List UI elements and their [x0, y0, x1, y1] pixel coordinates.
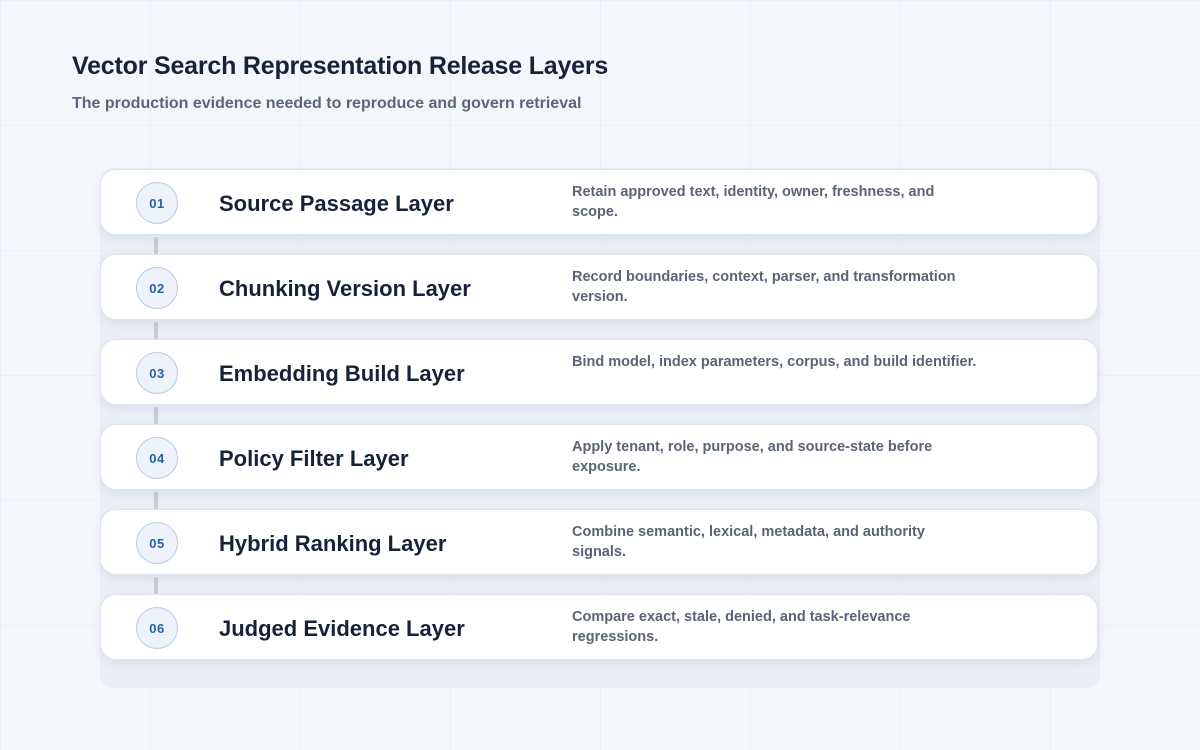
step-number-badge: 04: [136, 437, 178, 479]
layer-description: Record boundaries, context, parser, and …: [572, 269, 956, 305]
layer-name: Policy Filter Layer: [219, 446, 409, 471]
layer-row-policy-filter: 04 Policy Filter Layer Apply tenant, rol…: [100, 424, 1098, 490]
layer-description: Compare exact, stale, denied, and task-r…: [572, 609, 911, 645]
layer-name: Chunking Version Layer: [219, 276, 471, 301]
connector-05-06: [154, 577, 158, 594]
step-number-badge: 03: [136, 352, 178, 394]
step-number-badge: 02: [136, 267, 178, 309]
connector-03-04: [154, 407, 158, 424]
layer-name: Source Passage Layer: [219, 191, 454, 216]
step-number-badge: 05: [136, 522, 178, 564]
layer-name: Judged Evidence Layer: [219, 616, 465, 641]
layer-row-judged-evidence: 06 Judged Evidence Layer Compare exact, …: [100, 594, 1098, 660]
layer-row-embedding-build: 03 Embedding Build Layer Bind model, ind…: [100, 339, 1098, 405]
layer-name: Hybrid Ranking Layer: [219, 531, 447, 556]
page-title: Vector Search Representation Release Lay…: [72, 52, 609, 80]
connector-02-03: [154, 322, 158, 339]
layer-description: Combine semantic, lexical, metadata, and…: [572, 524, 925, 560]
layer-row-hybrid-ranking: 05 Hybrid Ranking Layer Combine semantic…: [100, 509, 1098, 575]
step-number-badge: 01: [136, 182, 178, 224]
connector-04-05: [154, 492, 158, 509]
layer-name: Embedding Build Layer: [219, 361, 465, 386]
step-number-badge: 06: [136, 607, 178, 649]
layer-row-chunking-version: 02 Chunking Version Layer Record boundar…: [100, 254, 1098, 320]
layer-row-source-passage: 01 Source Passage Layer Retain approved …: [100, 169, 1098, 235]
connector-01-02: [154, 237, 158, 254]
layer-description: Retain approved text, identity, owner, f…: [572, 184, 935, 220]
page-subtitle: The production evidence needed to reprod…: [72, 95, 582, 112]
layer-description: Bind model, index parameters, corpus, an…: [572, 354, 977, 370]
layer-description: Apply tenant, role, purpose, and source-…: [572, 439, 933, 475]
